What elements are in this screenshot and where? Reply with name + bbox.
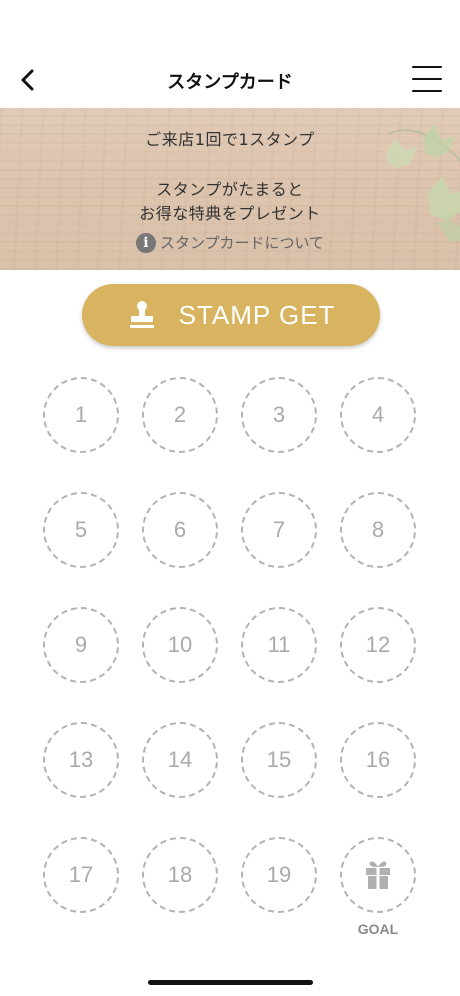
about-link-label: スタンプカードについて [159,234,325,252]
stamp-slot-number: 2 [173,402,187,427]
stamp-slot: 15 [241,722,317,798]
stamp-slot-number: 12 [365,632,391,657]
banner-text-line-1: ご来店1回で1スタンプ [145,130,315,149]
stamp-slot-number: 18 [167,862,193,887]
stamp-get-label: STAMP GET [178,299,336,330]
stamp-slot-number: 15 [266,747,292,772]
stamp-slot-number: 17 [68,862,94,887]
gift-icon [366,861,390,889]
stamp-icon [127,300,157,330]
stamp-slot: 14 [142,722,218,798]
stamp-slot: 11 [241,607,317,683]
goal-slot [340,837,416,913]
stamp-slot-number: 13 [68,747,94,772]
header: スタンプカード [0,52,460,108]
info-icon: i [135,232,156,253]
stamp-slot-number: 10 [167,632,193,657]
hamburger-menu-icon [412,66,442,68]
stamp-slot: 5 [43,492,119,568]
stamp-slot: 3 [241,377,317,453]
stamp-slot-number: 6 [173,517,187,542]
stamp-slot: 19 [241,837,317,913]
stamp-slot-number: 5 [74,517,88,542]
stamp-slot-number: 16 [365,747,391,772]
stamp-slot: 18 [142,837,218,913]
stamp-slot: 13 [43,722,119,798]
stamp-slot-number: 14 [167,747,193,772]
stamp-card-screen: スタンプカード ご来店1回で1スタンプ スタンプがたまると お得な特典をプレゼン… [0,0,460,996]
goal-label: GOAL [357,921,399,937]
page-title: スタンプカード [167,72,293,93]
stamp-slot: 12 [340,607,416,683]
stamp-slot: 6 [142,492,218,568]
stamp-slot: 16 [340,722,416,798]
stamp-slot: 9 [43,607,119,683]
stamp-slot: 4 [340,377,416,453]
banner-text-line-2: スタンプがたまると [156,180,304,199]
menu-button[interactable] [412,66,442,92]
stamp-slot: 7 [241,492,317,568]
stamp-slot-number: 19 [266,862,292,887]
stamp-slot-number: 8 [371,517,385,542]
about-stamp-card-link[interactable]: i スタンプカードについて [0,232,460,253]
stamp-slot: 2 [142,377,218,453]
stamp-slot: 17 [43,837,119,913]
stamp-slot: 8 [340,492,416,568]
stamp-get-button[interactable]: STAMP GET [82,284,380,346]
stamp-slot-number: 7 [272,517,286,542]
stamp-slot: 1 [43,377,119,453]
stamp-slot: 10 [142,607,218,683]
home-indicator [148,980,313,985]
stamp-slot-number: 11 [267,632,291,657]
stamp-slot-number: 1 [74,402,88,427]
banner-text-line-3: お得な特典をプレゼント [139,204,321,223]
stamp-slot-number: 9 [74,632,88,657]
stamp-slot-number: 4 [371,402,385,427]
stamp-slot-number: 3 [272,402,286,427]
info-banner: ご来店1回で1スタンプ スタンプがたまると お得な特典をプレゼント i スタンプ… [0,108,460,270]
